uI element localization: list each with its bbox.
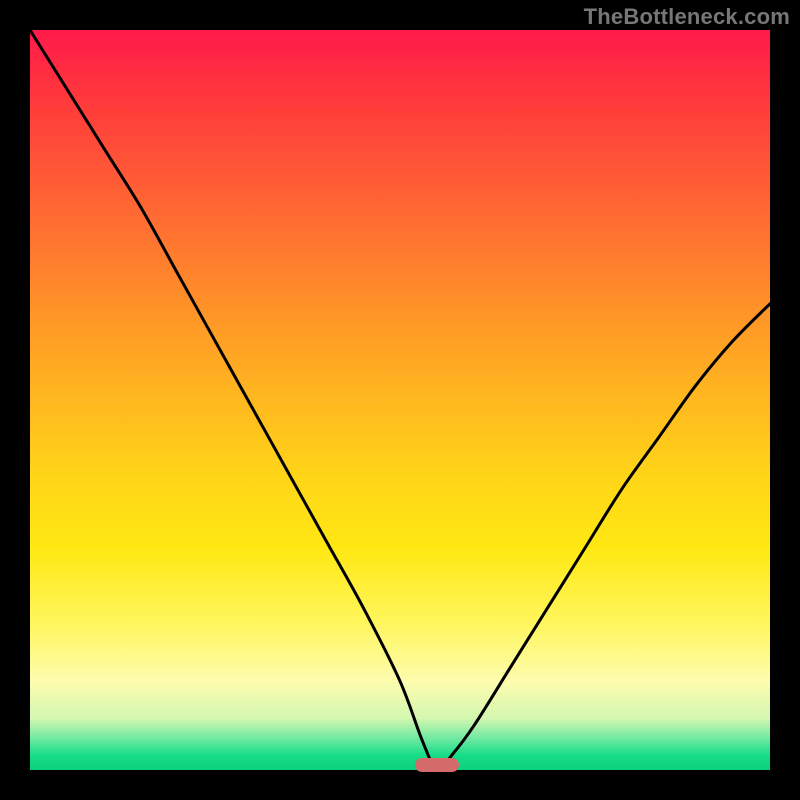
chart-frame: TheBottleneck.com — [0, 0, 800, 800]
plot-area — [30, 30, 770, 770]
watermark-text: TheBottleneck.com — [584, 4, 790, 30]
bottleneck-curve — [30, 30, 770, 770]
minimum-marker — [415, 758, 459, 772]
